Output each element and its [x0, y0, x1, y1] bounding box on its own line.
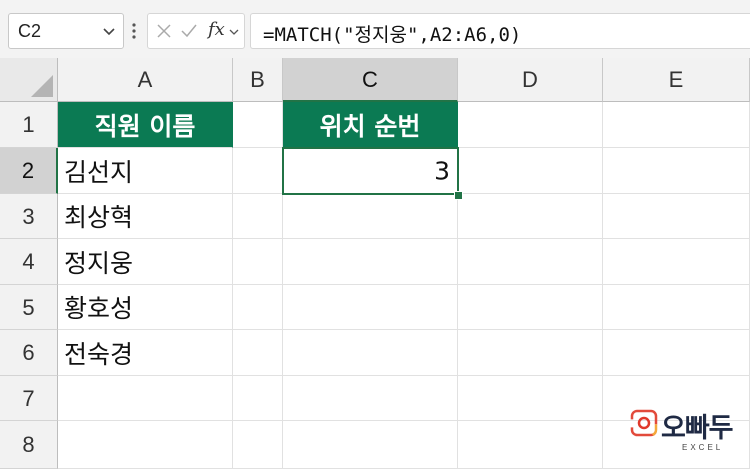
cell-b8[interactable] [233, 421, 283, 469]
name-box[interactable]: C2 [8, 13, 124, 49]
cell-e6[interactable] [603, 330, 750, 376]
chevron-down-icon[interactable] [101, 23, 117, 39]
cell-b4[interactable] [233, 239, 283, 285]
cell-b1[interactable] [233, 102, 283, 148]
cell-b3[interactable] [233, 194, 283, 239]
row-header-2[interactable]: 2 [0, 148, 58, 194]
formula-bar: C2 fx =MATCH("정지웅",A2:A6,0) [0, 0, 750, 62]
cell-c7[interactable] [283, 376, 458, 421]
cell-a4-text: 정지웅 [64, 248, 134, 278]
cell-c1-text: 위치 순번 [319, 111, 421, 141]
select-all-button[interactable] [0, 58, 58, 102]
cell-d8[interactable] [458, 421, 603, 469]
cell-d2[interactable] [458, 148, 603, 194]
cell-a4[interactable]: 정지웅 [58, 239, 233, 285]
cell-c4[interactable] [283, 239, 458, 285]
logo: 오빠두 EXCEL [630, 408, 740, 464]
select-all-triangle-icon [31, 75, 53, 97]
row-header-3[interactable]: 3 [0, 194, 58, 239]
cell-b5[interactable] [233, 285, 283, 330]
cell-b2[interactable] [233, 148, 283, 194]
cell-a2-text: 김선지 [64, 157, 134, 187]
cell-c2[interactable]: 3 [283, 148, 458, 194]
cell-a5[interactable]: 황호성 [58, 285, 233, 330]
cell-a6[interactable]: 전숙경 [58, 330, 233, 376]
chevron-down-icon[interactable] [228, 27, 240, 37]
formula-text[interactable]: =MATCH("정지웅",A2:A6,0) [263, 20, 521, 47]
column-header-a[interactable]: A [58, 58, 233, 102]
logo-icon [630, 409, 658, 437]
cell-e4[interactable] [603, 239, 750, 285]
cell-a3-text: 최상혁 [64, 203, 134, 232]
cell-c8[interactable] [283, 421, 458, 469]
cell-a1[interactable]: 직원 이름 [58, 102, 233, 148]
row-header-8[interactable]: 8 [0, 421, 58, 469]
cell-d1[interactable] [458, 102, 603, 148]
cancel-icon[interactable] [156, 23, 172, 39]
cell-a1-text: 직원 이름 [94, 111, 196, 141]
column-header-b[interactable]: B [233, 58, 283, 102]
cell-c3[interactable] [283, 194, 458, 239]
cell-a6-text: 전숙경 [64, 339, 134, 369]
row-header-4[interactable]: 4 [0, 239, 58, 285]
more-options-icon[interactable] [130, 18, 138, 44]
cell-c2-text: 3 [434, 156, 450, 185]
cell-c1[interactable]: 위치 순번 [283, 102, 458, 148]
logo-text: 오빠두 [661, 413, 734, 444]
cell-a8[interactable] [58, 421, 233, 469]
cell-d6[interactable] [458, 330, 603, 376]
column-header-d[interactable]: D [458, 58, 603, 102]
confirm-icon[interactable] [180, 23, 198, 39]
cell-e1[interactable] [603, 102, 750, 148]
logo-subtext: EXCEL [682, 443, 724, 452]
cell-b7[interactable] [233, 376, 283, 421]
insert-function-button[interactable]: fx [208, 19, 225, 40]
formula-input[interactable]: =MATCH("정지웅",A2:A6,0) [250, 13, 750, 49]
cell-e3[interactable] [603, 194, 750, 239]
name-box-value[interactable]: C2 [18, 21, 41, 42]
row-header-1[interactable]: 1 [0, 102, 58, 148]
cell-d4[interactable] [458, 239, 603, 285]
cell-b6[interactable] [233, 330, 283, 376]
cell-d7[interactable] [458, 376, 603, 421]
cell-e5[interactable] [603, 285, 750, 330]
cell-a5-text: 황호성 [64, 294, 134, 323]
column-header-e[interactable]: E [603, 58, 750, 102]
cell-a7[interactable] [58, 376, 233, 421]
cell-c5[interactable] [283, 285, 458, 330]
cell-d5[interactable] [458, 285, 603, 330]
row-header-7[interactable]: 7 [0, 376, 58, 421]
cell-d3[interactable] [458, 194, 603, 239]
column-header-c[interactable]: C [283, 58, 458, 102]
formula-controls: fx [147, 13, 245, 49]
cell-e2[interactable] [603, 148, 750, 194]
row-header-5[interactable]: 5 [0, 285, 58, 330]
cell-c6[interactable] [283, 330, 458, 376]
row-header-6[interactable]: 6 [0, 330, 58, 376]
fill-handle[interactable] [454, 191, 463, 200]
cell-a2[interactable]: 김선지 [58, 148, 233, 194]
cell-a3[interactable]: 최상혁 [58, 194, 233, 239]
